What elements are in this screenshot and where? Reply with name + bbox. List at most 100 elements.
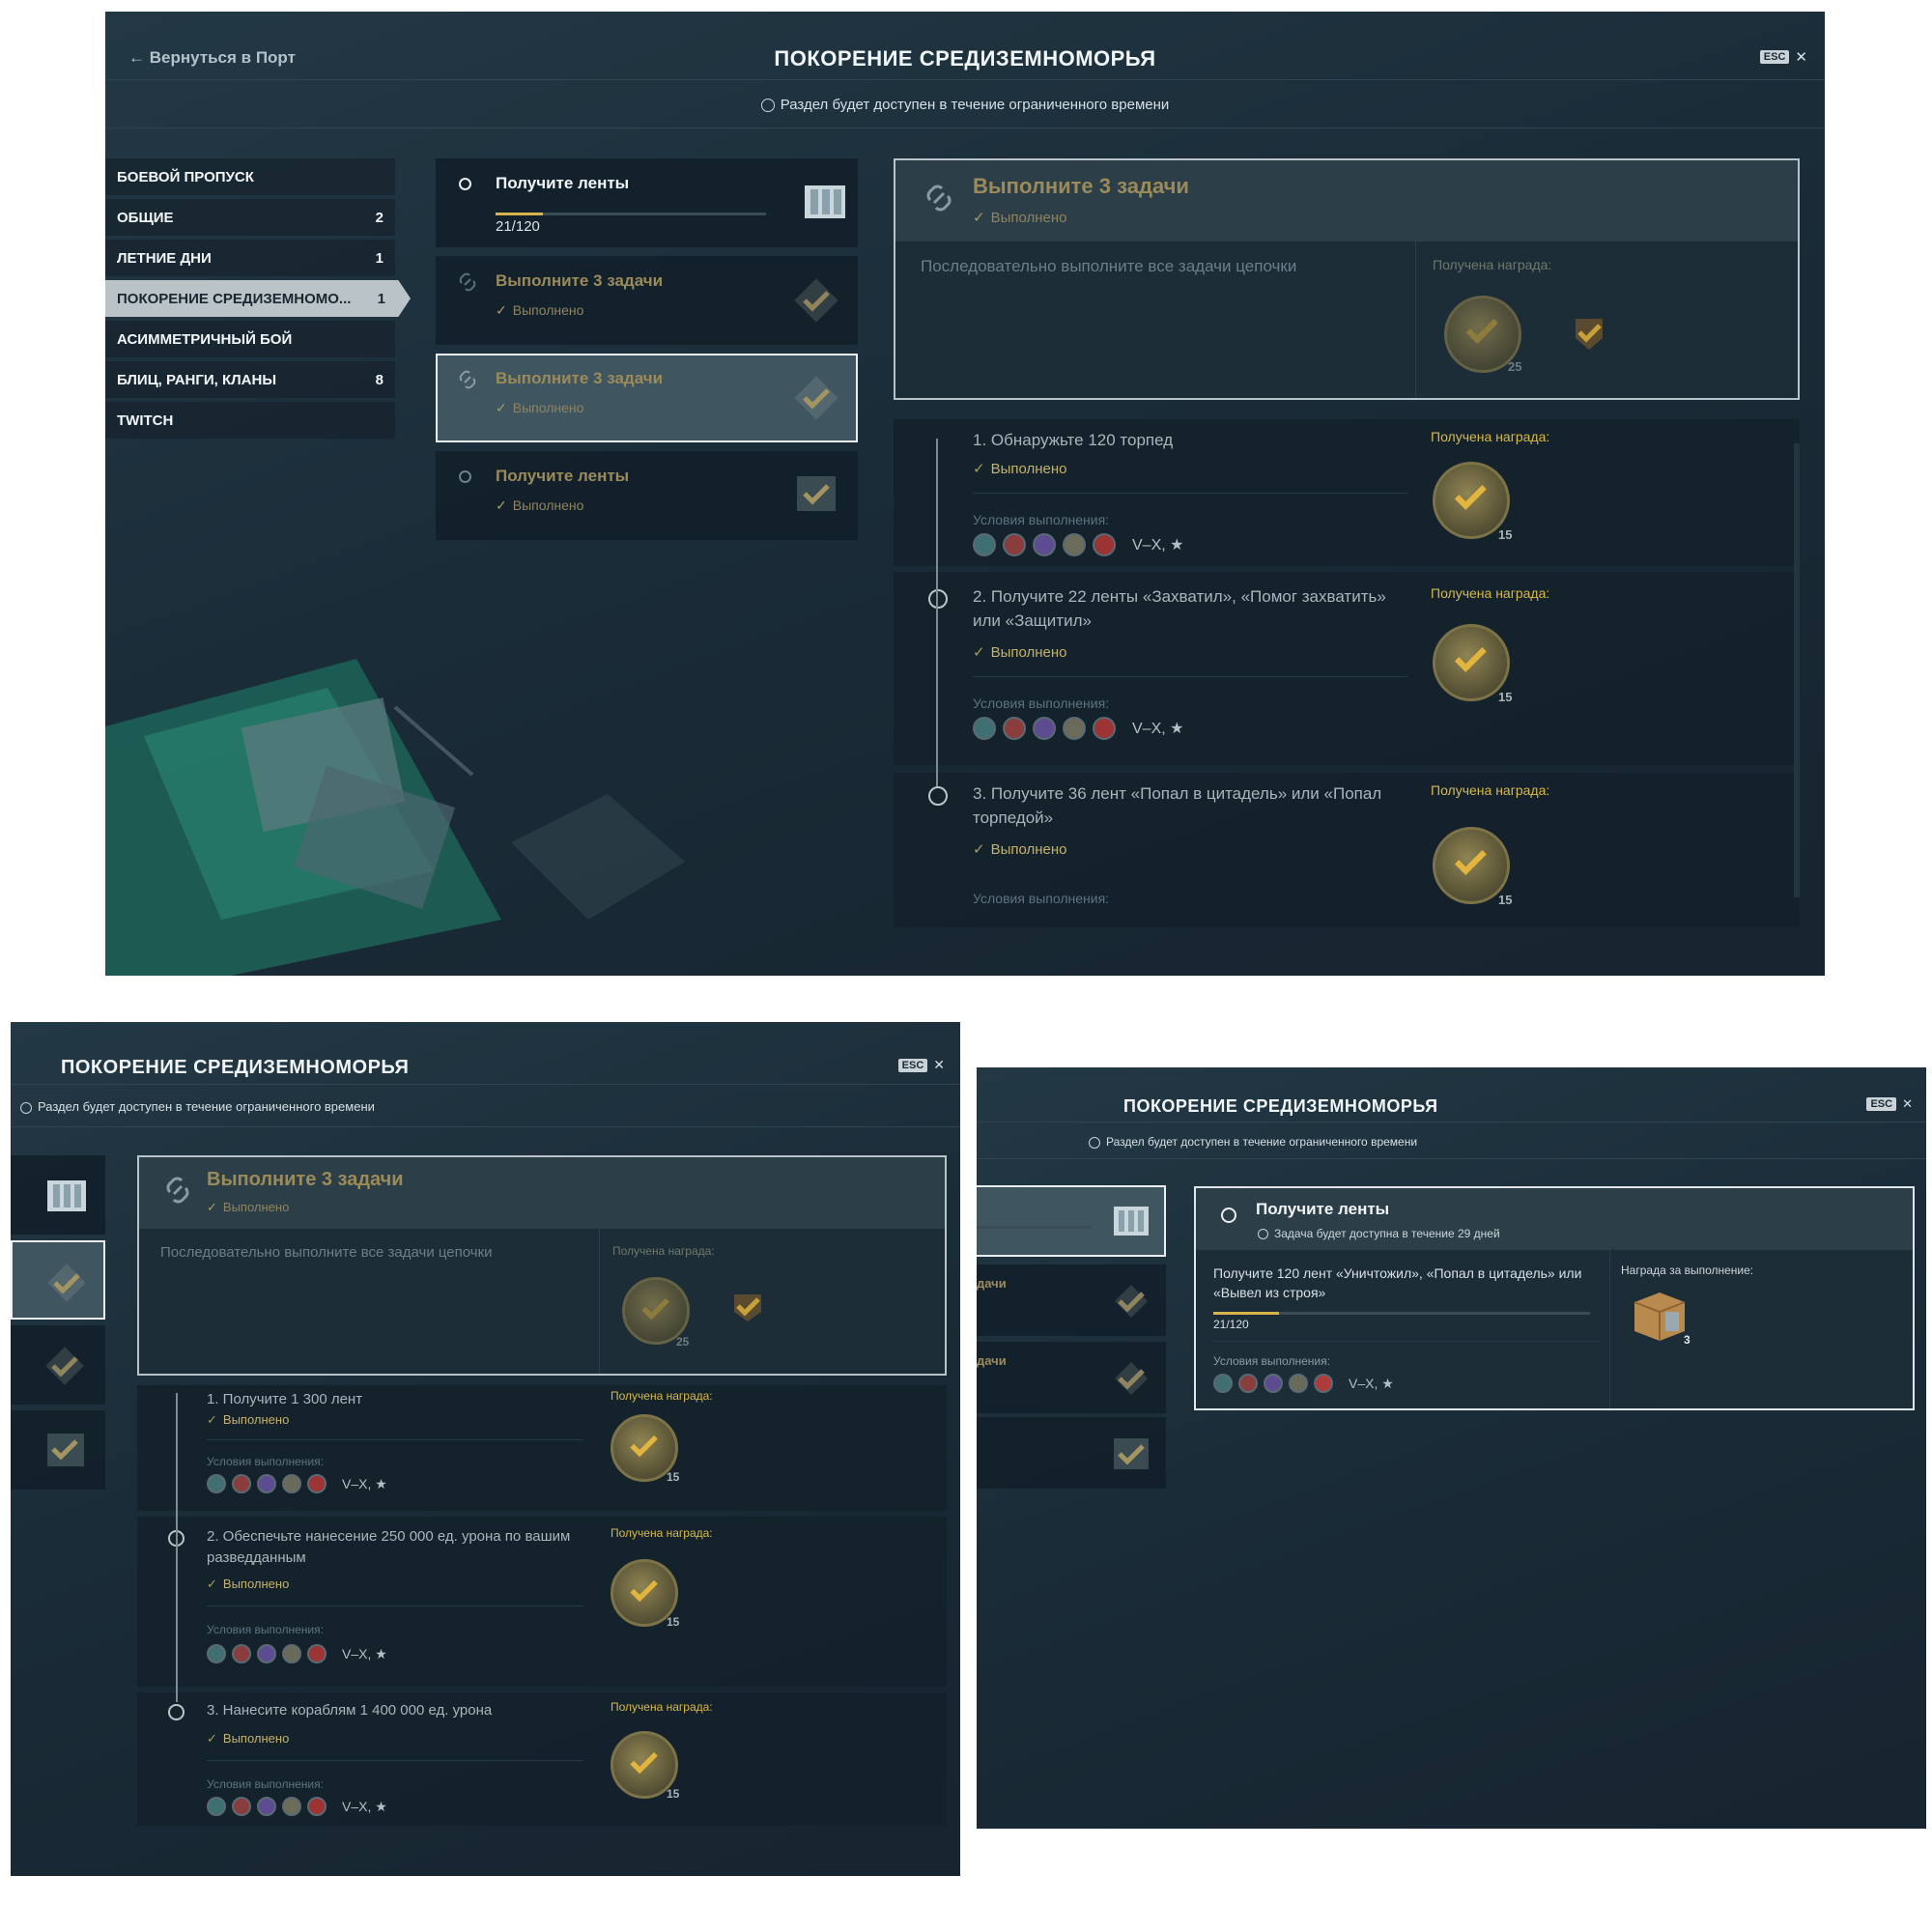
mission-card-chain[interactable]: [11, 1325, 105, 1405]
mission-card-ribbons-done[interactable]: Получите ленты ✓ Выполнено: [436, 451, 858, 540]
task-text: 1. Обнаружьте 120 торпед: [973, 431, 1174, 449]
header-divider: [11, 1084, 960, 1085]
check-icon: ✓: [496, 302, 507, 318]
reward-label: Получена награда:: [611, 1526, 713, 1540]
sidebar-item-label: ОБЩИЕ: [117, 209, 174, 226]
chain-status-text: Выполнено: [222, 1200, 290, 1214]
container-reward-icon: [1634, 1293, 1686, 1341]
task-ring-icon: [928, 786, 948, 806]
limited-time-note: Раздел будет доступен в течение ограниче…: [105, 97, 1825, 113]
limited-time-text: Раздел будет доступен в течение ограниче…: [38, 1099, 375, 1114]
sidebar-item-general[interactable]: ОБЩИЕ 2: [105, 199, 395, 236]
reward-count: 25: [676, 1335, 690, 1349]
task-separator: [973, 676, 1407, 677]
mission-card-chain-2[interactable]: дачи: [977, 1342, 1166, 1413]
task-chain-line: [176, 1393, 178, 1702]
sidebar-item-twitch[interactable]: TWITCH: [105, 402, 395, 439]
task-status: ✓ Выполнено: [207, 1731, 289, 1747]
chain-status: ✓ Выполнено: [973, 209, 1067, 226]
carrier-icon: [282, 1644, 301, 1663]
reward-label: Получена награда:: [1431, 429, 1550, 444]
task-row-2: 2. Получите 22 ленты «Захватил», «Помог …: [894, 572, 1800, 765]
completed-check-icon: [47, 1264, 86, 1302]
sidebar-item-asymmetric[interactable]: АСИММЕТРИЧНЫЙ БОЙ: [105, 321, 395, 357]
battleship-icon: [257, 1644, 276, 1663]
destroyer-icon: [973, 533, 996, 556]
clock-icon: [760, 99, 775, 113]
limited-time-note: Раздел будет доступен в течение ограниче…: [1089, 1135, 1417, 1149]
tier-label: V–X, ★: [1349, 1375, 1394, 1391]
completed-check-icon: [1115, 1362, 1148, 1395]
sidebar-item-count: 2: [375, 209, 384, 226]
reward-label: Получена награда:: [1431, 585, 1550, 601]
mission-card-chain-selected[interactable]: [11, 1240, 105, 1320]
carrier-icon: [282, 1474, 301, 1493]
mission-ring-icon: [459, 178, 471, 190]
check-icon: ✓: [207, 1200, 217, 1214]
carrier-icon: [1063, 533, 1086, 556]
battleship-icon: [1264, 1374, 1283, 1393]
flag-badge-icon: [734, 1294, 761, 1321]
completed-check-icon: [797, 476, 836, 511]
conditions-label: Условия выполнения:: [973, 891, 1110, 906]
check-icon: ✓: [496, 497, 507, 513]
reward-count: 15: [1498, 527, 1513, 542]
chain-description: Последовательно выполните все задачи цеп…: [160, 1244, 493, 1261]
sidebar-item-summer-days[interactable]: ЛЕТНИЕ ДНИ 1: [105, 240, 395, 276]
mission-detail-2: 1. Получите 1 300 лент ✓ Выполнено Услови…: [137, 1155, 947, 1876]
check-icon: ✓: [973, 461, 985, 477]
esc-close-button[interactable]: ESC ✕: [1866, 1096, 1913, 1112]
scrollbar[interactable]: [1794, 443, 1800, 897]
conditions-label: Условия выполнения:: [207, 1777, 324, 1791]
crate-icon: [1114, 1207, 1149, 1236]
destroyer-icon: [973, 717, 996, 740]
task-status: ✓ Выполнено: [973, 643, 1067, 661]
reward-count: 15: [1498, 893, 1513, 907]
reward-count: 15: [667, 1615, 680, 1629]
esc-close-button[interactable]: ESC ✕: [1759, 48, 1807, 66]
submarine-icon: [1093, 533, 1116, 556]
mission-detail: 1. Обнаружьте 120 торпед ✓ Выполнено Усло…: [894, 158, 1800, 976]
task-text: 3. Получите 36 лент «Попал в цитадель» и…: [973, 784, 1382, 827]
sidebar-item-mediterranean[interactable]: ПОКОРЕНИЕ СРЕДИЗЕМНОМО... 1: [105, 280, 411, 317]
mission-card-ribbons-selected[interactable]: [977, 1185, 1166, 1257]
mission-progress-text: 21/120: [496, 218, 540, 235]
mission-card-ribbons[interactable]: [11, 1155, 105, 1235]
reward-count: 15: [667, 1787, 680, 1801]
task-title: Получите ленты: [1256, 1200, 1390, 1218]
tier-label: V–X, ★: [342, 1645, 387, 1662]
sidebar-item-count: 1: [375, 249, 384, 267]
check-icon: ✓: [207, 1577, 217, 1591]
task-row-3: 3. Получите 36 лент «Попал в цитадель» и…: [894, 773, 1800, 927]
check-icon: ✓: [496, 400, 507, 415]
mission-card-ribbons-done[interactable]: [11, 1410, 105, 1490]
chain-summary-card: Выполните 3 задачи ✓ Выполнено Последоват…: [137, 1155, 947, 1376]
mission-card-chain-1[interactable]: Выполните 3 задачи ✓ Выполнено: [436, 256, 858, 345]
mission-title: Выполните 3 задачи: [496, 369, 664, 387]
esc-key-label: ESC: [1866, 1097, 1897, 1111]
panel-main: ← Вернуться в Порт ПОКОРЕНИЕ СРЕДИЗЕМНОМ…: [105, 12, 1825, 976]
mission-card-ribbons-done[interactable]: [977, 1417, 1166, 1489]
cruiser-icon: [232, 1797, 251, 1816]
task-description: Получите 120 лент «Уничтожил», «Попал в …: [1213, 1265, 1582, 1301]
chain-link-icon: [926, 185, 952, 212]
sidebar-item-label: АСИММЕТРИЧНЫЙ БОЙ: [117, 330, 293, 348]
battleship-icon: [1033, 717, 1056, 740]
task-separator: [207, 1605, 583, 1606]
task-timer: Задача будет доступна в течение 29 дней: [1258, 1227, 1500, 1240]
sidebar-item-battle-pass[interactable]: БОЕВОЙ ПРОПУСК: [105, 158, 395, 195]
sidebar-item-count: 1: [377, 290, 385, 307]
task-text: 3. Нанесите кораблям 1 400 000 ед. урона: [207, 1702, 493, 1719]
task-ring-icon: [168, 1704, 185, 1720]
task-status-text: Выполнено: [990, 841, 1067, 858]
column-divider: [1415, 242, 1416, 398]
ship-class-icons: V–X, ★: [973, 533, 1183, 556]
mission-card-chain-2-selected[interactable]: Выполните 3 задачи ✓ Выполнено: [436, 354, 858, 442]
mission-card-chain[interactable]: дачи: [977, 1264, 1166, 1336]
check-icon: ✓: [973, 841, 985, 858]
sidebar-item-blitz-ranks-clans[interactable]: БЛИЦ, РАНГИ, КЛАНЫ 8: [105, 361, 395, 398]
esc-close-button[interactable]: ESC ✕: [897, 1057, 945, 1073]
clock-icon: [20, 1101, 32, 1114]
mission-card-ribbons[interactable]: Получите ленты 21/120: [436, 158, 858, 247]
task-separator: [207, 1760, 583, 1761]
